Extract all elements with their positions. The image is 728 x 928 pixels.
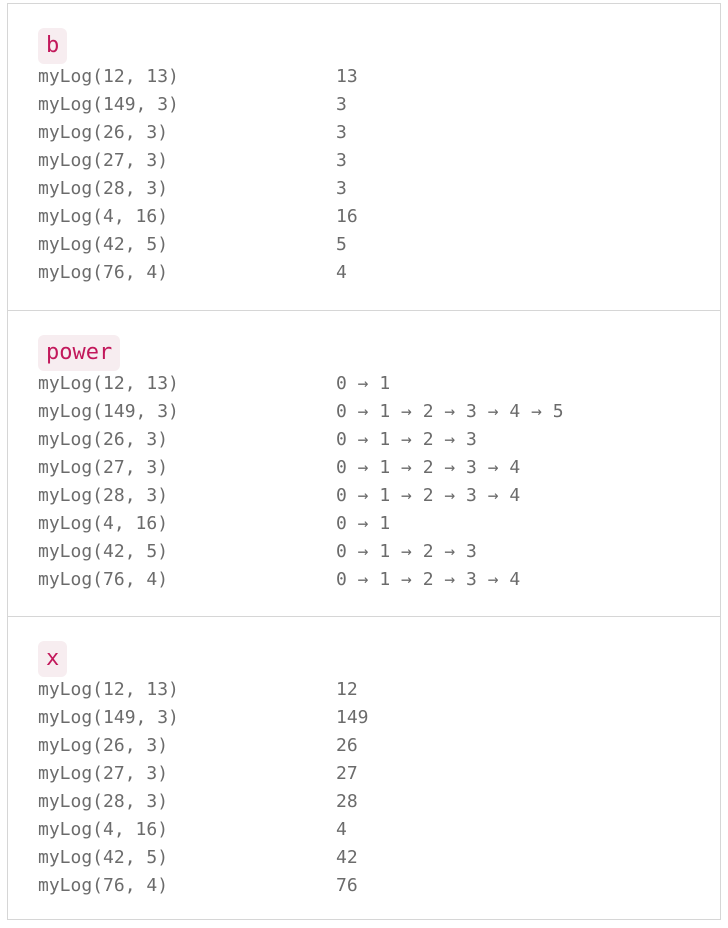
- call-label: myLog(42, 5): [38, 847, 169, 868]
- call-label: myLog(27, 3): [38, 457, 169, 478]
- call-label: myLog(76, 4): [38, 262, 169, 283]
- call-label: myLog(149, 3): [38, 94, 179, 115]
- call-label: myLog(149, 3): [38, 401, 179, 422]
- variable-name-chip: x: [38, 641, 68, 677]
- call-label: myLog(4, 16): [38, 513, 169, 534]
- call-label: myLog(27, 3): [38, 763, 169, 784]
- trace-row: myLog(26, 3) 0 → 1 → 2 → 3: [38, 426, 698, 454]
- trace-row: myLog(27, 3) 0 → 1 → 2 → 3 → 4: [38, 454, 698, 482]
- trace-row: myLog(26, 3) 26: [38, 732, 698, 760]
- value-history: 26: [336, 735, 358, 756]
- value-history: 16: [336, 206, 358, 227]
- value-history: 3: [336, 178, 347, 199]
- call-label: myLog(28, 3): [38, 791, 169, 812]
- trace-row: myLog(27, 3) 3: [38, 147, 698, 175]
- value-history: 12: [336, 679, 358, 700]
- call-label: myLog(26, 3): [38, 122, 169, 143]
- call-label: myLog(76, 4): [38, 875, 169, 896]
- trace-rows: myLog(12, 13) 0 → 1 myLog(149, 3) 0 → 1 → …: [38, 370, 698, 594]
- value-history: 3: [336, 94, 347, 115]
- trace-row: myLog(42, 5) 42: [38, 844, 698, 872]
- trace-row: myLog(28, 3) 3: [38, 175, 698, 203]
- value-history: 0 → 1: [336, 373, 391, 394]
- call-label: myLog(28, 3): [38, 178, 169, 199]
- value-history: 13: [336, 66, 358, 87]
- call-label: myLog(12, 13): [38, 66, 179, 87]
- variable-section-x: x myLog(12, 13) 12 myLog(149, 3) 149 myLog…: [8, 616, 720, 921]
- variable-name-chip: b: [38, 28, 68, 64]
- call-label: myLog(76, 4): [38, 569, 169, 590]
- trace-row: myLog(26, 3) 3: [38, 119, 698, 147]
- value-history: 5: [336, 234, 347, 255]
- call-label: myLog(26, 3): [38, 429, 169, 450]
- value-history: 0 → 1 → 2 → 3 → 4: [336, 485, 521, 506]
- call-label: myLog(42, 5): [38, 541, 169, 562]
- call-label: myLog(42, 5): [38, 234, 169, 255]
- value-history: 0 → 1 → 2 → 3 → 4: [336, 569, 521, 590]
- trace-row: myLog(12, 13) 0 → 1: [38, 370, 698, 398]
- value-history: 0 → 1 → 2 → 3 → 4: [336, 457, 521, 478]
- value-history: 0 → 1 → 2 → 3: [336, 429, 477, 450]
- call-label: myLog(26, 3): [38, 735, 169, 756]
- trace-row: myLog(42, 5) 5: [38, 231, 698, 259]
- call-label: myLog(149, 3): [38, 707, 179, 728]
- value-history: 76: [336, 875, 358, 896]
- variable-trace-panel: b myLog(12, 13) 13 myLog(149, 3) 3 myLog(2…: [7, 3, 721, 920]
- trace-row: myLog(4, 16) 4: [38, 816, 698, 844]
- trace-row: myLog(76, 4) 76: [38, 872, 698, 900]
- trace-rows: myLog(12, 13) 12 myLog(149, 3) 149 myLog(2…: [38, 676, 698, 900]
- value-history: 0 → 1 → 2 → 3: [336, 541, 477, 562]
- trace-rows: myLog(12, 13) 13 myLog(149, 3) 3 myLog(26,…: [38, 63, 698, 287]
- trace-row: myLog(76, 4) 0 → 1 → 2 → 3 → 4: [38, 566, 698, 594]
- trace-row: myLog(149, 3) 149: [38, 704, 698, 732]
- value-history: 149: [336, 707, 369, 728]
- call-label: myLog(12, 13): [38, 373, 179, 394]
- trace-row: myLog(4, 16) 16: [38, 203, 698, 231]
- trace-row: myLog(149, 3) 0 → 1 → 2 → 3 → 4 → 5: [38, 398, 698, 426]
- value-history: 42: [336, 847, 358, 868]
- trace-row: myLog(12, 13) 12: [38, 676, 698, 704]
- trace-row: myLog(42, 5) 0 → 1 → 2 → 3: [38, 538, 698, 566]
- call-label: myLog(12, 13): [38, 679, 179, 700]
- value-history: 0 → 1 → 2 → 3 → 4 → 5: [336, 401, 564, 422]
- value-history: 28: [336, 791, 358, 812]
- value-history: 4: [336, 262, 347, 283]
- call-label: myLog(27, 3): [38, 150, 169, 171]
- trace-row: myLog(27, 3) 27: [38, 760, 698, 788]
- trace-row: myLog(28, 3) 0 → 1 → 2 → 3 → 4: [38, 482, 698, 510]
- trace-row: myLog(12, 13) 13: [38, 63, 698, 91]
- call-label: myLog(4, 16): [38, 819, 169, 840]
- value-history: 0 → 1: [336, 513, 391, 534]
- trace-row: myLog(4, 16) 0 → 1: [38, 510, 698, 538]
- trace-row: myLog(76, 4) 4: [38, 259, 698, 287]
- value-history: 4: [336, 819, 347, 840]
- call-label: myLog(28, 3): [38, 485, 169, 506]
- value-history: 27: [336, 763, 358, 784]
- call-label: myLog(4, 16): [38, 206, 169, 227]
- variable-section-power: power myLog(12, 13) 0 → 1 myLog(149, 3) 0 …: [8, 310, 720, 616]
- trace-row: myLog(149, 3) 3: [38, 91, 698, 119]
- variable-section-b: b myLog(12, 13) 13 myLog(149, 3) 3 myLog(2…: [8, 4, 720, 310]
- value-history: 3: [336, 150, 347, 171]
- variable-name-chip: power: [38, 335, 121, 371]
- trace-row: myLog(28, 3) 28: [38, 788, 698, 816]
- value-history: 3: [336, 122, 347, 143]
